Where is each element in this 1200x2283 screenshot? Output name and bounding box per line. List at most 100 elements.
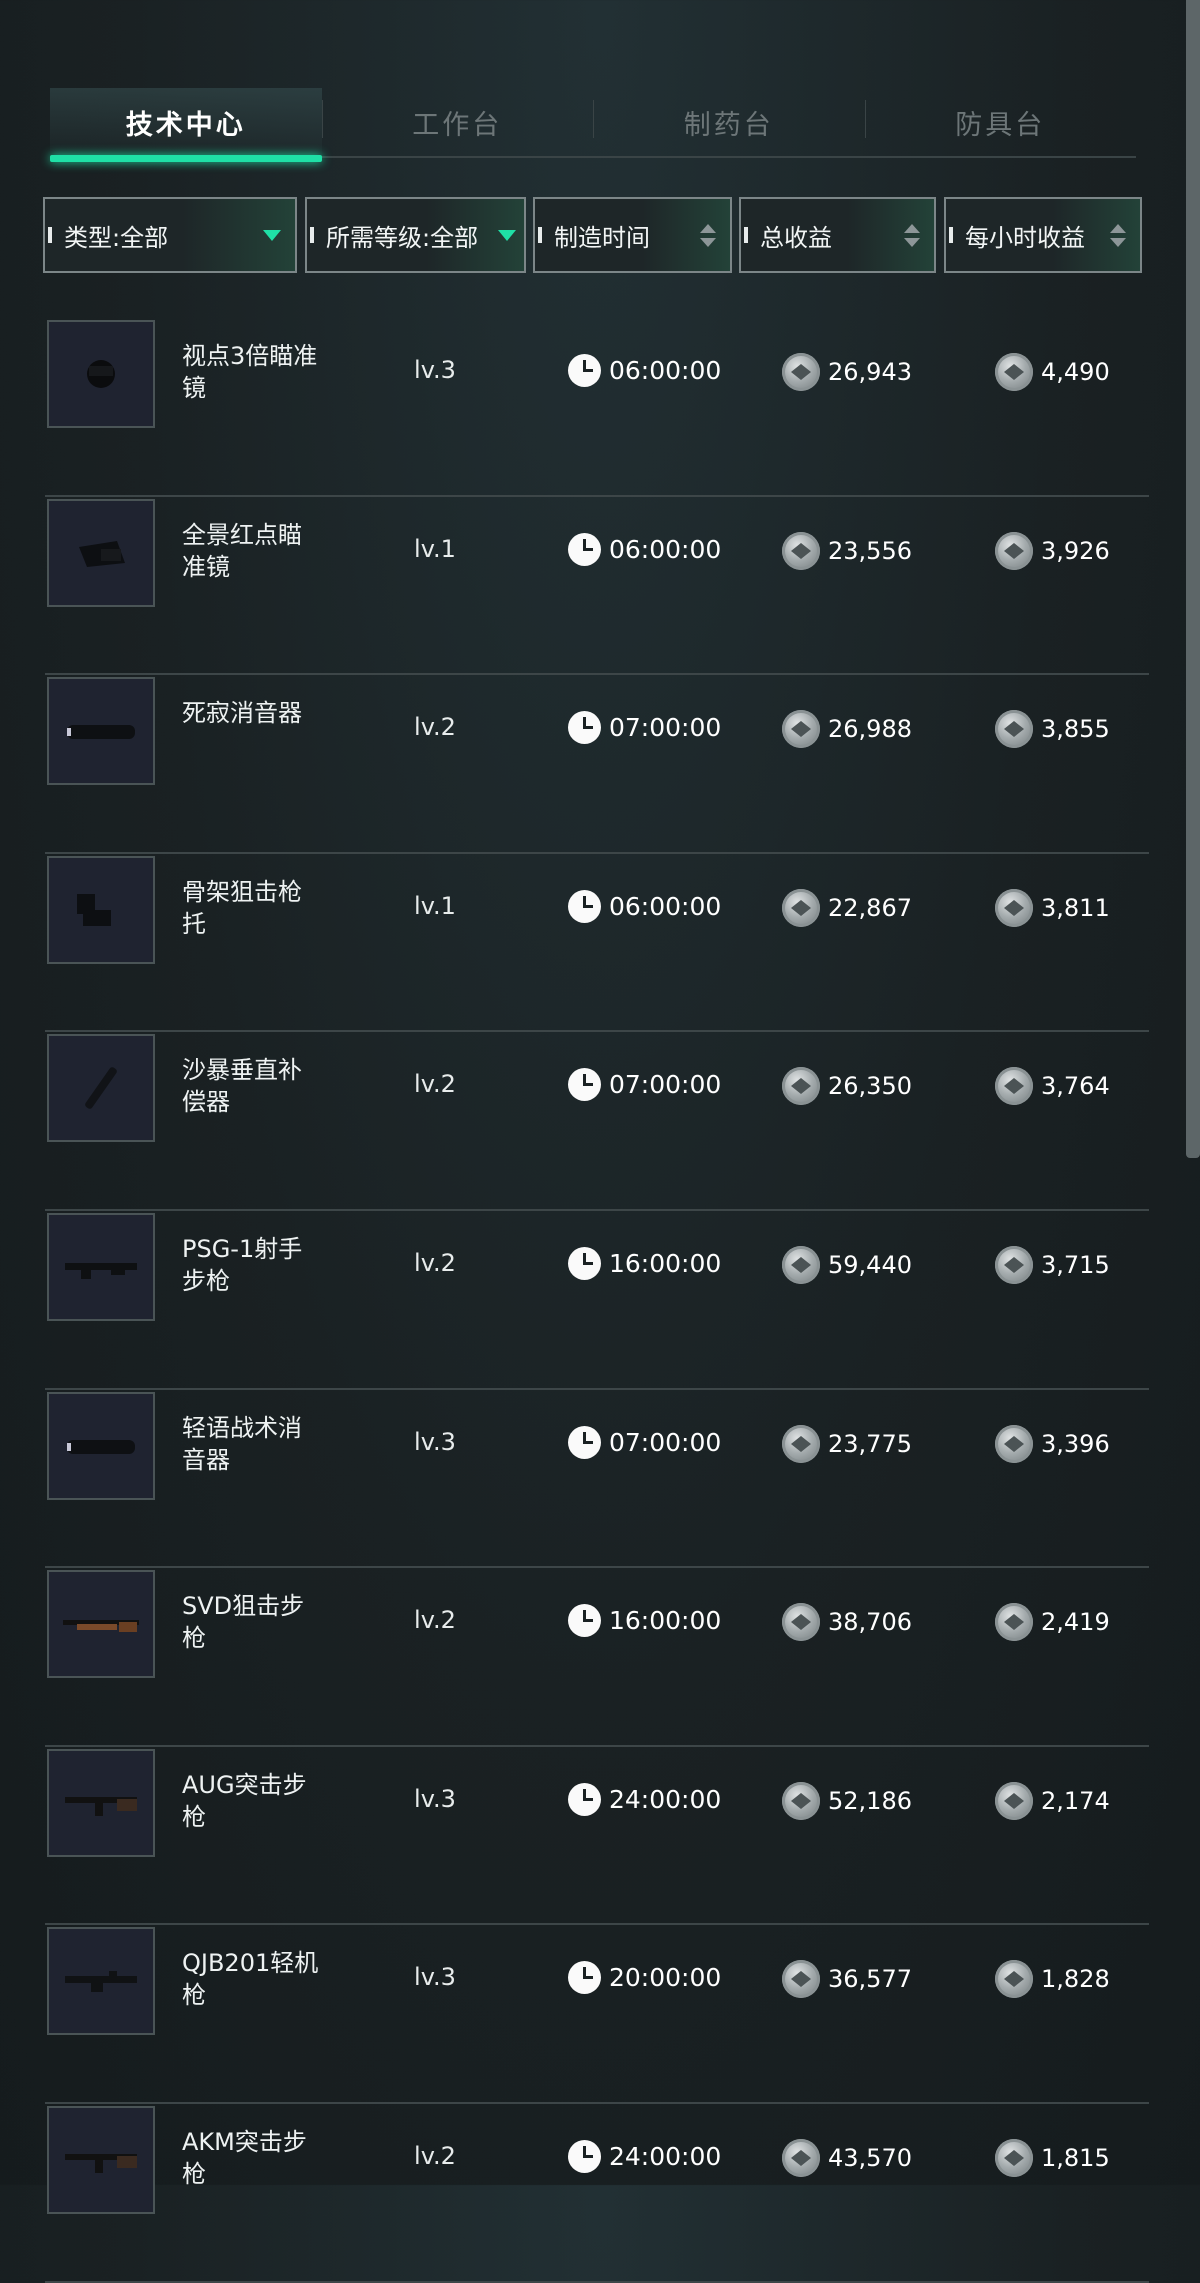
type-filter-dropdown[interactable]: 类型:全部 [43,197,297,273]
item-level: lv.3 [414,1784,456,1813]
craft-time: 20:00:00 [568,1961,722,1995]
item-thumbnail [47,677,155,786]
hourly-profit-value: 3,855 [1041,715,1110,744]
hourly-profit: 1,828 [995,1960,1110,1999]
hourly-profit: 4,490 [995,353,1110,391]
item-thumbnail [47,1391,155,1500]
tab-label: 制药台 [683,109,774,141]
scope-icon [87,360,115,388]
total-profit: 38,706 [782,1603,912,1642]
item-level: lv.2 [414,713,456,742]
craft-time-value: 16:00:00 [609,1248,722,1278]
clock-icon [568,1782,601,1816]
coin-icon [995,1067,1033,1106]
item-level: lv.1 [414,891,456,920]
item-level: lv.1 [414,534,456,563]
craft-time-value: 20:00:00 [609,1963,722,1993]
total-profit-value: 23,775 [828,1429,912,1458]
craft-time: 06:00:00 [568,889,722,923]
craft-time-value: 07:00:00 [609,1427,722,1457]
coin-icon [995,710,1033,749]
item-name: 死寂消音器 [182,699,302,728]
compensator-icon [85,1067,117,1110]
hourly-profit-value: 3,396 [1041,1429,1110,1458]
rifle-icon [65,1262,137,1279]
item-name: QJB201轻机枪 [182,1949,319,2010]
coin-icon [995,888,1033,927]
item-level: lv.2 [414,1070,456,1099]
total-profit-value: 38,706 [828,1608,912,1637]
sort-hourly-label: 每小时收益 [965,223,1085,252]
clock-icon [568,889,601,923]
total-profit-value: 52,186 [828,1786,912,1815]
coin-icon [995,1960,1033,1999]
tab-workbench[interactable]: 工作台 [321,88,594,156]
item-thumbnail [47,2105,155,2214]
total-profit: 26,943 [782,353,912,391]
total-profit: 36,577 [782,1960,912,1999]
list-item[interactable]: 死寂消音器 lv.2 07:00:00 26,988 3,855 [45,675,1149,854]
craft-time: 24:00:00 [568,2139,721,2173]
item-thumbnail [47,1570,155,1679]
clock-icon [568,1961,601,1995]
clock-icon [568,2139,601,2173]
item-name: SVD狙击步枪 [182,1592,305,1653]
item-name: 视点3倍瞄准镜 [182,342,318,402]
list-item[interactable]: 全景红点瞄准镜 lv.1 06:00:00 23,556 3,926 [45,497,1149,676]
item-name: AUG突击步枪 [182,1770,307,1831]
list-item[interactable]: AUG突击步枪 lv.3 24:00:00 52,186 2,174 [45,1747,1149,1926]
marker [310,227,314,243]
red-dot-sight-icon [79,540,125,567]
item-thumbnail [47,855,155,964]
hourly-profit: 3,715 [995,1245,1110,1284]
craft-time-value: 07:00:00 [609,1070,722,1100]
list-item[interactable]: PSG-1射手步枪 lv.2 16:00:00 59,440 3,715 [45,1211,1149,1390]
scrollbar[interactable] [1186,0,1200,1158]
list-item[interactable]: 轻语战术消音器 lv.3 07:00:00 23,775 3,396 [45,1390,1149,1569]
craft-time: 07:00:00 [568,1068,722,1102]
hourly-profit-value: 4,490 [1041,358,1110,386]
craft-time-value: 06:00:00 [609,891,722,921]
coin-icon [782,531,820,570]
coin-icon [995,1781,1033,1820]
hourly-profit-value: 2,419 [1041,1608,1110,1637]
coin-icon [782,1603,820,1642]
level-filter-dropdown[interactable]: 所需等级:全部 [305,197,526,273]
list-item[interactable]: QJB201轻机枪 lv.3 20:00:00 36,577 1,828 [45,1925,1149,2104]
item-name: 骨架狙击枪托 [182,877,302,938]
list-item[interactable]: 沙暴垂直补偿器 lv.2 07:00:00 26,350 3,764 [45,1032,1149,1211]
craft-time-value: 06:00:00 [609,534,722,564]
dropdown-arrow-icon [498,229,516,241]
tab-label: 工作台 [412,109,503,141]
hourly-profit: 2,174 [995,1781,1110,1820]
total-profit: 59,440 [782,1245,912,1284]
hourly-profit: 3,396 [995,1424,1110,1463]
sniper-rifle-icon [63,1620,139,1633]
craft-time: 07:00:00 [568,711,721,745]
coin-icon [782,2138,820,2177]
tab-pharmacy[interactable]: 制药台 [593,88,865,156]
sort-time-button[interactable]: 制造时间 [533,197,732,273]
sort-total-button[interactable]: 总收益 [739,197,936,273]
coin-icon [995,1245,1033,1284]
total-profit-value: 26,988 [828,715,912,744]
suppressor-icon [67,725,135,740]
sort-hourly-button[interactable]: 每小时收益 [944,197,1142,273]
item-level: lv.3 [414,1963,456,1992]
tab-label: 技术中心 [125,109,246,141]
craft-time: 24:00:00 [568,1782,721,1816]
total-profit-value: 36,577 [828,1965,912,1994]
list-item[interactable]: AKM突击步枪 lv.2 24:00:00 43,570 1,815 [45,2104,1149,2283]
total-profit: 23,775 [782,1424,912,1463]
craft-time-value: 06:00:00 [609,356,722,385]
tab-armor[interactable]: 防具台 [864,88,1137,156]
item-thumbnail [47,1212,155,1321]
list-item[interactable]: 视点3倍瞄准镜 lv.3 06:00:00 26,943 4,490 [45,318,1149,497]
coin-icon [782,710,820,749]
list-item[interactable]: SVD狙击步枪 lv.2 16:00:00 38,706 2,419 [45,1568,1149,1747]
type-filter-label: 类型:全部 [64,223,169,252]
hourly-profit: 3,811 [995,888,1110,927]
total-profit: 23,556 [782,531,912,570]
tab-tech-center[interactable]: 技术中心 [50,88,322,162]
list-item[interactable]: 骨架狙击枪托 lv.1 06:00:00 22,867 3,811 [45,854,1149,1033]
